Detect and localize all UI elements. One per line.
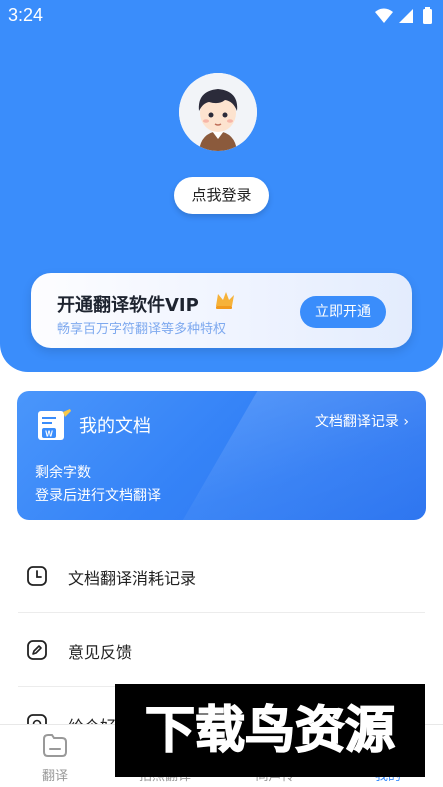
menu-item-feedback[interactable]: 意见反馈 xyxy=(18,613,425,687)
signal-icon xyxy=(399,9,413,23)
status-icons xyxy=(375,7,432,24)
wifi-icon xyxy=(375,8,393,23)
chevron-right-icon: › xyxy=(403,414,409,430)
remaining-characters-label: 剩余字数 xyxy=(35,465,91,481)
crown-icon xyxy=(216,292,234,309)
svg-text:下载鸟资源: 下载鸟资源 xyxy=(145,701,395,759)
svg-text:W: W xyxy=(45,430,53,439)
activate-vip-button[interactable]: 立即开通 xyxy=(300,296,386,328)
status-time: 3:24 xyxy=(8,5,44,25)
menu-item-label: 意见反馈 xyxy=(68,643,133,662)
word-document-icon: W xyxy=(38,409,71,440)
avatar[interactable] xyxy=(179,73,257,151)
translate-icon xyxy=(43,734,67,757)
document-records-label: 文档翻译记录 xyxy=(314,414,399,430)
document-records-link[interactable]: 文档翻译记录 › xyxy=(315,411,409,431)
battery-icon xyxy=(423,9,432,24)
vip-title: 开通翻译软件VIP xyxy=(57,295,199,316)
avatar-boy-illustration xyxy=(179,73,257,151)
vip-card[interactable]: 开通翻译软件VIP 畅享百万字符翻译等多种特权 立即开通 xyxy=(31,273,412,348)
edit-icon xyxy=(27,640,47,660)
menu-item-consumption-records[interactable]: 文档翻译消耗记录 xyxy=(18,539,425,613)
tab-translate[interactable]: 翻译 xyxy=(0,725,110,787)
watermark-overlay: 下载鸟资源 xyxy=(115,684,425,777)
my-documents-card[interactable]: W 我的文档 文档翻译记录 › 剩余字数 登录后进行文档翻译 xyxy=(17,391,426,520)
status-bar: 3:24 xyxy=(0,0,443,32)
watermark-logo: 下载鸟资源 xyxy=(144,700,396,760)
clock-icon xyxy=(27,566,47,586)
my-documents-title: 我的文档 xyxy=(79,416,151,437)
menu-item-label: 文档翻译消耗记录 xyxy=(68,569,197,588)
vip-subtitle: 畅享百万字符翻译等多种特权 xyxy=(57,322,227,337)
login-hint: 登录后进行文档翻译 xyxy=(35,488,161,504)
tab-translate-label: 翻译 xyxy=(41,769,68,784)
login-button[interactable]: 点我登录 xyxy=(174,177,269,214)
